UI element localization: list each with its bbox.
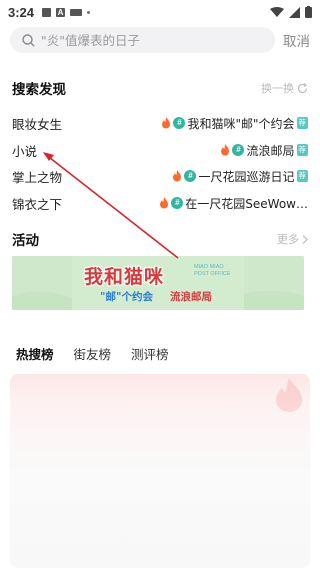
- banner-title: 我和猫咪: [84, 266, 165, 288]
- topic-text: 我和猫咪"邮"个约会: [187, 116, 295, 131]
- search-term[interactable]: 眼妆女生: [12, 114, 62, 133]
- topic-text: 流浪邮局: [246, 143, 295, 158]
- banner-en-line-2: POST OFFICE: [194, 271, 231, 277]
- cancel-button[interactable]: 取消: [283, 30, 310, 50]
- hot-topic[interactable]: # 流浪邮局 荐: [220, 142, 308, 159]
- fire-icon: [160, 197, 169, 209]
- topic-hash-icon: #: [171, 197, 184, 209]
- banner-subtitle: "邮"个约会: [100, 291, 153, 303]
- search-row: 取消: [10, 26, 310, 54]
- a-app-icon: A: [56, 7, 66, 17]
- flame-decoration-icon: [276, 378, 302, 412]
- search-term[interactable]: 掌上之物: [12, 167, 62, 186]
- search-input[interactable]: [41, 32, 261, 48]
- search-term[interactable]: 小说: [12, 141, 37, 160]
- more-label: 更多: [277, 233, 299, 246]
- signal-icon: [289, 6, 300, 18]
- fire-icon: [162, 117, 171, 129]
- hot-list-card: [10, 374, 310, 568]
- refresh-button[interactable]: 换一换: [261, 80, 308, 96]
- recommend-badge: 荐: [296, 144, 308, 156]
- refresh-icon: [297, 82, 308, 93]
- banner-en-text: MIAO MIAO POST OFFICE: [194, 264, 231, 278]
- discover-row: 掌上之物 # 一尺花园巡游日记 荐: [12, 166, 308, 186]
- battery-icon: [305, 6, 312, 18]
- discover-row: 小说 # 流浪邮局 荐: [12, 140, 308, 160]
- recommend-badge: 荐: [296, 170, 308, 182]
- topic-text: 一尺花园巡游日记: [198, 169, 295, 184]
- discover-title: 搜索发现: [12, 82, 66, 98]
- banner-en-line-1: MIAO MIAO: [194, 264, 224, 270]
- hot-topic[interactable]: # 一尺花园巡游日记 荐: [172, 168, 308, 185]
- dot-icon: [87, 10, 91, 14]
- status-time: 3:24: [8, 4, 35, 20]
- chevron-right-icon: [302, 234, 308, 244]
- tab-review[interactable]: 测评榜: [131, 344, 169, 363]
- topic-hash-icon: #: [173, 117, 186, 129]
- search-icon: [22, 33, 35, 47]
- hot-topic[interactable]: # 在一尺花园SeeWow…: [159, 195, 308, 212]
- topic-hash-icon: #: [232, 144, 245, 156]
- notification-icons: A: [42, 7, 91, 17]
- keyboard-icon: [70, 8, 83, 16]
- activity-header: 活动 更多: [12, 229, 308, 249]
- activity-title: 活动: [12, 233, 39, 249]
- banner-subtitle-2: 流浪邮局: [170, 291, 212, 303]
- discover-header: 搜索发现 换一换: [12, 78, 308, 98]
- search-term[interactable]: 锦衣之下: [12, 194, 62, 213]
- discover-row: 眼妆女生 # 我和猫咪"邮"个约会 荐: [12, 113, 308, 133]
- discover-row: 锦衣之下 # 在一尺花园SeeWow…: [12, 193, 308, 213]
- ranking-tabs: 热搜榜 街友榜 测评榜: [16, 344, 169, 363]
- system-icons: [270, 6, 312, 18]
- search-box[interactable]: [10, 27, 275, 53]
- recommend-badge: 荐: [296, 117, 308, 129]
- more-button[interactable]: 更多: [277, 231, 308, 247]
- wifi-icon: [270, 6, 284, 17]
- fire-icon: [221, 144, 230, 156]
- status-bar: 3:24 A: [0, 0, 320, 24]
- image-icon: [42, 7, 52, 17]
- activity-banner[interactable]: 我和猫咪 MIAO MIAO POST OFFICE "邮"个约会 流浪邮局: [12, 256, 304, 310]
- tab-street-friends[interactable]: 街友榜: [74, 344, 112, 363]
- topic-text: 在一尺花园SeeWow…: [185, 196, 308, 211]
- tab-hot-search[interactable]: 热搜榜: [16, 344, 54, 363]
- fire-icon: [173, 170, 182, 182]
- hot-topic[interactable]: # 我和猫咪"邮"个约会 荐: [161, 115, 308, 132]
- topic-hash-icon: #: [184, 170, 197, 182]
- refresh-label: 换一换: [261, 82, 294, 95]
